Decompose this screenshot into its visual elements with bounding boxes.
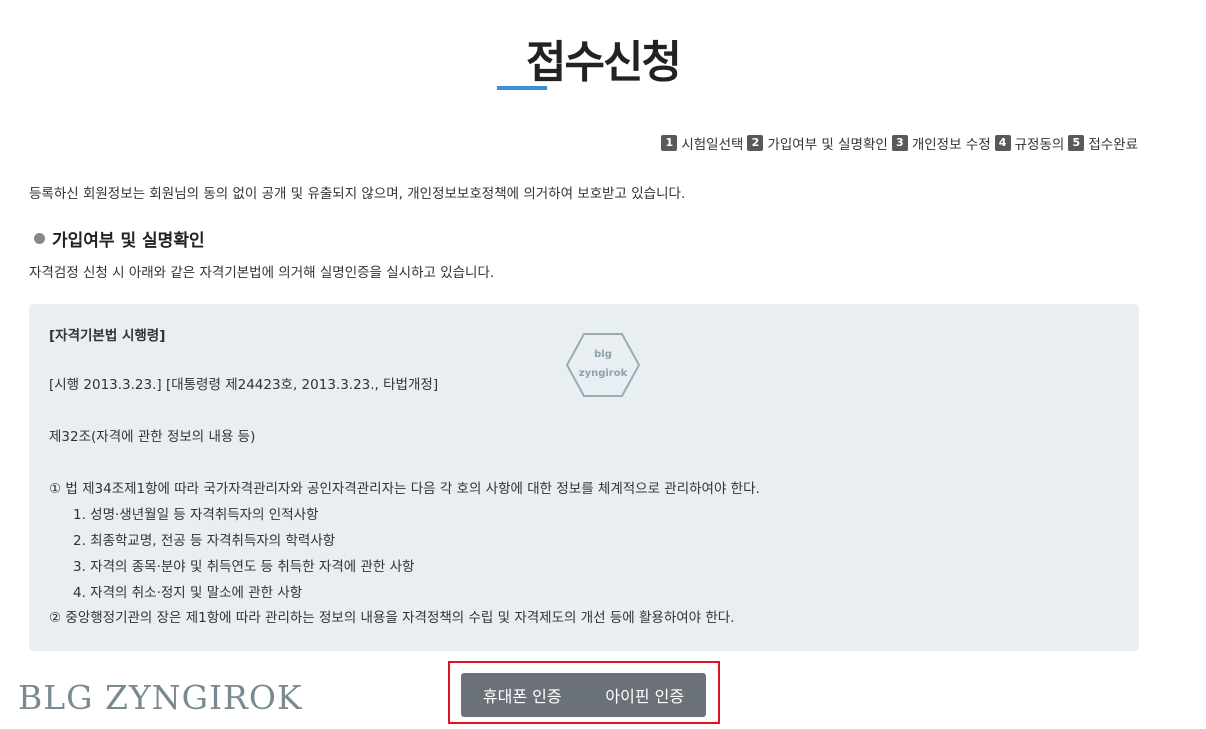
law-item: 1. 성명·생년월일 등 자격취득자의 인적사항 — [73, 507, 319, 523]
privacy-note: 등록하신 회원정보는 회원님의 동의 없이 공개 및 유출되지 않으며, 개인정… — [29, 186, 686, 202]
step-label: 개인정보 수정 — [911, 137, 991, 153]
section-heading: 가입여부 및 실명확인 — [34, 226, 205, 251]
ipin-auth-button[interactable]: 아이핀 인증 — [597, 683, 692, 707]
law-item: 2. 최종학교명, 전공 등 자격취득자의 학력사항 — [73, 533, 336, 549]
bullet-icon — [34, 233, 45, 244]
step-label: 시험일선택 — [681, 137, 744, 153]
watermark-line-1: blg — [594, 349, 612, 360]
auth-button-group: 휴대폰 인증 아이핀 인증 — [461, 673, 706, 717]
step-indicator: 1 시험일선택 2 가입여부 및 실명확인 3 개인정보 수정 4 규정동의 5… — [657, 133, 1138, 153]
step-3: 3 개인정보 수정 — [891, 133, 991, 153]
step-number: 4 — [994, 135, 1011, 151]
step-number: 2 — [747, 135, 764, 151]
watermark-logo-icon: blg zyngirok — [565, 333, 641, 397]
law-article: 제32조(자격에 관한 정보의 내용 등) — [49, 429, 256, 445]
section-heading-text: 가입여부 및 실명확인 — [52, 231, 205, 251]
law-item: 3. 자격의 종목·분야 및 취득연도 등 취득한 자격에 관한 사항 — [73, 559, 415, 575]
step-2: 2 가입여부 및 실명확인 — [747, 133, 888, 153]
law-paragraph-1: ① 법 제34조제1항에 따라 국가자격관리자와 공인자격관리자는 다음 각 호… — [49, 481, 760, 497]
law-enforcement: [시행 2013.3.23.] [대통령령 제24423호, 2013.3.23… — [49, 377, 439, 393]
law-paragraph-2: ② 중앙행정기관의 장은 제1항에 따라 관리하는 정보의 내용을 자격정책의 … — [49, 610, 735, 626]
law-item: 4. 자격의 취소·정지 및 말소에 관한 사항 — [73, 585, 303, 601]
title-underline — [497, 86, 547, 90]
page-title: 접수신청 — [526, 37, 682, 88]
step-label: 접수완료 — [1088, 137, 1138, 153]
step-number: 1 — [661, 135, 678, 151]
watermark-line-2: zyngirok — [579, 368, 628, 379]
law-title: [자격기본법 시행령] — [49, 328, 166, 344]
step-1: 1 시험일선택 — [661, 133, 743, 153]
brand-logo: BLG ZYNGIROK — [18, 678, 303, 717]
section-description: 자격검정 신청 시 아래와 같은 자격기본법에 의거해 실명인증을 실시하고 있… — [29, 265, 495, 281]
step-number: 5 — [1068, 135, 1085, 151]
step-label: 규정동의 — [1014, 137, 1065, 153]
step-5: 5 접수완료 — [1068, 133, 1138, 153]
step-4: 4 규정동의 — [994, 133, 1065, 153]
step-number: 3 — [891, 135, 908, 151]
step-label: 가입여부 및 실명확인 — [767, 137, 888, 153]
phone-auth-button[interactable]: 휴대폰 인증 — [475, 683, 570, 707]
law-text-box: [자격기본법 시행령] [시행 2013.3.23.] [대통령령 제24423… — [29, 304, 1139, 651]
